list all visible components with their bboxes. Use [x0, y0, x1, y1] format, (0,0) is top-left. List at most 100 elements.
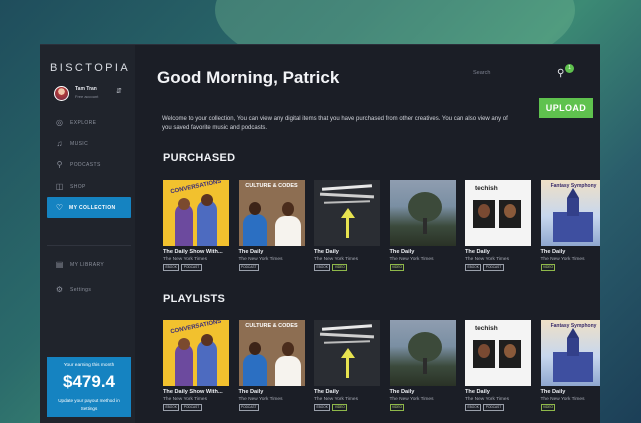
media-card-title: The Daily Show With...	[163, 249, 223, 255]
album-art: CULTURE & CODES	[238, 180, 305, 246]
album-art-figure	[242, 214, 267, 246]
media-card[interactable]: Fantasy Symphony The Daily The New York Ti…	[540, 180, 600, 275]
media-card[interactable]: The Daily The New York Times EBOOK VIDEO	[314, 180, 380, 275]
media-card-title: The Daily	[314, 389, 339, 395]
media-type-tag: EBOOK	[314, 264, 331, 271]
media-card-title: The Daily	[465, 389, 490, 395]
album-art-arrow	[341, 208, 355, 218]
media-card-tags: EBOOK PODCAST	[465, 264, 506, 271]
album-art	[314, 180, 380, 246]
album-art-figure	[274, 216, 301, 246]
album-art-face	[248, 202, 261, 215]
album-art-figure	[197, 340, 217, 386]
sidebar-item-shop[interactable]: ◫ SHOP	[40, 179, 135, 195]
sidebar-item-podcasts[interactable]: ⚲ PODCASTS	[40, 157, 135, 173]
media-card-subtitle: The New York Times	[163, 397, 207, 402]
media-type-tag: PODCAST	[483, 264, 504, 271]
section-title-purchased: PURCHASED	[163, 152, 236, 164]
notifications-button[interactable]: ⚲ 1	[557, 64, 574, 81]
media-type-tag: EBOOK	[163, 404, 180, 411]
media-card[interactable]: techish The Daily The New York Times EBOOK P…	[465, 320, 531, 415]
library-icon: ▤	[55, 260, 64, 269]
sidebar-item-settings[interactable]: ⚙ Settings	[40, 282, 135, 298]
media-card-subtitle: The New York Times	[540, 397, 585, 402]
gear-icon: ⚙	[55, 285, 64, 294]
media-card[interactable]: CONVERSATIONS The Daily Show With... The N…	[163, 180, 229, 275]
shop-icon: ◫	[55, 182, 64, 191]
album-art-face	[201, 334, 213, 346]
media-card-title: The Daily	[389, 249, 415, 255]
search-input[interactable]: Search	[473, 67, 535, 80]
app-window: BISCTOPIA Tam Tran Free account ⇵ ◎ EXPL…	[40, 44, 600, 423]
media-card[interactable]: The Daily The New York Times EBOOK VIDEO	[314, 320, 380, 415]
sidebar-item-explore[interactable]: ◎ EXPLORE	[40, 115, 135, 131]
media-card-tags: EBOOK PODCAST	[163, 404, 204, 411]
album-art-face	[201, 194, 213, 206]
media-card-title: The Daily	[238, 249, 264, 255]
user-menu[interactable]: Tam Tran Free account ⇵	[54, 85, 126, 105]
media-card[interactable]: CONVERSATIONS The Daily Show With... The N…	[163, 320, 229, 415]
sidebar-item-music[interactable]: ♫ MUSIC	[40, 136, 135, 152]
section-title-playlists: PLAYLISTS	[163, 293, 226, 305]
album-art: Fantasy Symphony	[540, 180, 600, 246]
app-logo[interactable]: BISCTOPIA	[50, 62, 130, 74]
chevron-updown-icon[interactable]: ⇵	[116, 87, 122, 95]
music-note-icon: ♫	[56, 139, 63, 148]
media-type-tag: VIDEO	[540, 404, 556, 411]
upload-button[interactable]: UPLOAD	[539, 98, 593, 118]
media-card[interactable]: Fantasy Symphony The Daily The New York Ti…	[540, 320, 600, 415]
media-card[interactable]: The Daily The New York Times VIDEO	[389, 180, 456, 275]
media-type-tag: EBOOK	[465, 264, 482, 271]
album-art: techish	[465, 180, 531, 246]
sidebar-item-label: SHOP	[70, 184, 86, 190]
media-card[interactable]: CULTURE & CODES The Daily The New York Tim…	[238, 320, 305, 415]
media-card-tags: EBOOK PODCAST	[163, 264, 204, 271]
media-card-title: The Daily	[465, 249, 490, 255]
album-art-post	[346, 218, 349, 238]
media-type-tag: VIDEO	[389, 404, 405, 411]
media-card-tags: VIDEO	[389, 404, 407, 411]
bell-icon: ⚲	[557, 68, 565, 79]
media-card-title: The Daily	[314, 249, 339, 255]
media-card[interactable]: CULTURE & CODES The Daily The New York Tim…	[238, 180, 305, 275]
media-type-tag: PODCAST	[181, 264, 202, 271]
media-card-tags: PODCAST	[238, 264, 261, 271]
media-card[interactable]: techish The Daily The New York Times EBOOK P…	[465, 180, 531, 275]
album-art-text: CULTURE & CODES	[245, 323, 298, 329]
media-type-tag: EBOOK	[163, 264, 180, 271]
album-art-scribble	[323, 200, 371, 204]
sidebar-item-my-collection[interactable]: ♡ MY COLLECTION	[47, 197, 131, 218]
album-art	[389, 320, 456, 386]
album-art-face	[504, 204, 516, 218]
album-art-face	[281, 342, 294, 356]
earnings-card[interactable]: Your earning this month $479.4 Update yo…	[47, 357, 131, 417]
welcome-text: Welcome to your collection, You can view…	[162, 116, 508, 131]
album-art-figure	[274, 356, 301, 386]
album-art	[314, 320, 380, 386]
media-card-tags: VIDEO	[540, 264, 558, 271]
sidebar-item-label: PODCASTS	[70, 162, 101, 168]
media-card[interactable]: The Daily The New York Times VIDEO	[389, 320, 456, 415]
album-art-face	[504, 344, 516, 358]
main-content: Good Morning, Patrick Search ⚲ 1 UPLOAD …	[135, 45, 600, 423]
media-card-title: The Daily	[540, 389, 566, 395]
album-art-face	[281, 202, 294, 216]
album-art-spire	[566, 188, 579, 198]
album-art-castle	[552, 212, 593, 242]
media-type-tag: PODCAST	[181, 404, 202, 411]
album-art-figure	[197, 200, 217, 246]
microphone-icon: ⚲	[56, 160, 63, 169]
media-card-subtitle: The New York Times	[314, 257, 358, 262]
sidebar-item-my-library[interactable]: ▤ MY LIBRARY	[40, 257, 135, 273]
user-account-type: Free account	[75, 94, 99, 99]
media-card-subtitle: The New York Times	[163, 257, 207, 262]
media-card-tags: VIDEO	[389, 264, 407, 271]
album-art-scribble	[321, 324, 373, 331]
media-card-subtitle: The New York Times	[389, 397, 434, 402]
album-art-castle	[552, 352, 593, 382]
media-card-tags: EBOOK PODCAST	[465, 404, 506, 411]
media-type-tag: PODCAST	[238, 264, 259, 271]
user-name: Tam Tran	[75, 86, 97, 92]
media-card-tags: VIDEO	[540, 404, 558, 411]
sidebar: BISCTOPIA Tam Tran Free account ⇵ ◎ EXPL…	[40, 45, 135, 423]
